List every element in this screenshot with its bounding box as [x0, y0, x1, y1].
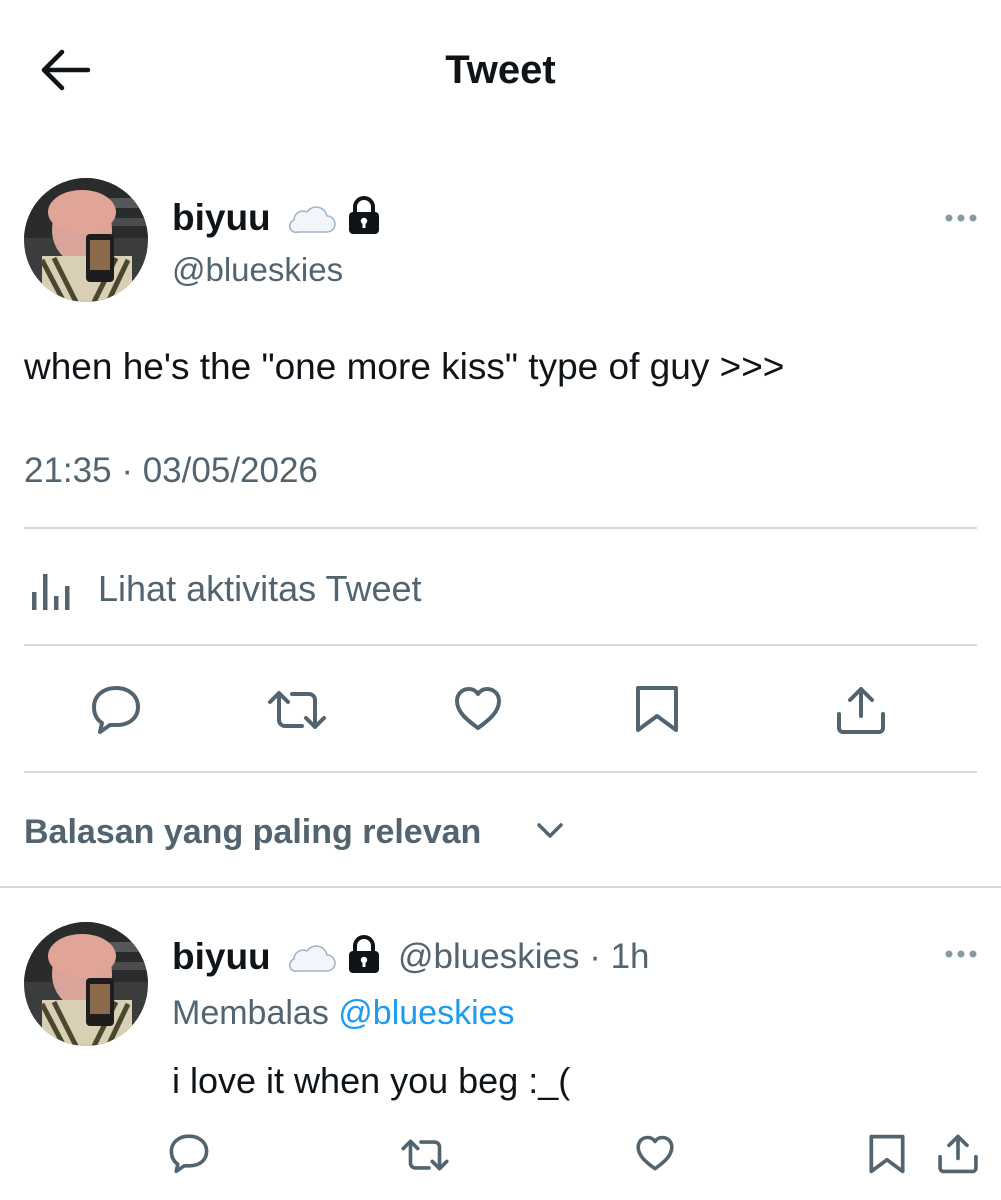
author-handle[interactable]: @blueskies [172, 250, 343, 290]
reply-author-name[interactable]: biyuu [172, 935, 271, 979]
tweet-time: 21:35 [24, 451, 112, 490]
analytics-icon[interactable] [30, 568, 80, 612]
retweet-icon[interactable] [266, 688, 328, 732]
lock-icon [346, 935, 382, 975]
replying-to: Membalas @blueskies [172, 992, 515, 1034]
divider [0, 886, 1001, 888]
replies-sort-toggle[interactable]: Balasan yang paling relevan [24, 811, 481, 853]
reply-share-icon[interactable] [936, 1132, 980, 1175]
more-options-icon[interactable] [944, 212, 980, 224]
reply-time: 1h [610, 937, 650, 976]
reply-more-options-icon[interactable] [944, 948, 980, 960]
replies-sort-label: Balasan yang paling relevan [24, 813, 482, 851]
divider [24, 644, 977, 646]
tweet-timestamp: 21:35 · 03/05/2026 [24, 450, 318, 492]
reply-like-icon[interactable] [635, 1135, 675, 1172]
separator: · [121, 451, 133, 490]
separator: · [589, 937, 601, 976]
lock-icon [346, 196, 382, 236]
reply-reply-icon[interactable] [168, 1133, 210, 1173]
reply-retweet-icon[interactable] [400, 1137, 450, 1173]
like-icon[interactable] [453, 686, 503, 732]
tweet-activity-link[interactable]: Lihat aktivitas Tweet [98, 568, 422, 610]
divider [24, 771, 977, 773]
tweet-date: 03/05/2026 [142, 451, 318, 490]
tweet-text: when he's the "one more kiss" type of gu… [24, 346, 785, 387]
reply-bookmark-icon[interactable] [868, 1133, 906, 1175]
chevron-down-icon[interactable] [536, 822, 564, 840]
reply-icon[interactable] [90, 684, 142, 734]
replying-prefix: Membalas [172, 994, 329, 1032]
divider [24, 527, 977, 529]
reply-avatar[interactable] [24, 922, 148, 1046]
author-name[interactable]: biyuu [172, 196, 271, 240]
cloud-emoji-icon [288, 203, 336, 235]
reply-meta: @blueskies · 1h [398, 935, 650, 979]
reply-author-handle[interactable]: @blueskies [398, 937, 579, 976]
cloud-emoji-icon [288, 942, 336, 974]
bookmark-icon[interactable] [634, 684, 680, 734]
replying-to-link[interactable]: @blueskies [338, 994, 514, 1032]
page-title: Tweet [445, 48, 556, 92]
avatar[interactable] [24, 178, 148, 302]
share-icon[interactable] [834, 684, 888, 736]
reply-text: i love it when you beg :_( [172, 1060, 571, 1101]
